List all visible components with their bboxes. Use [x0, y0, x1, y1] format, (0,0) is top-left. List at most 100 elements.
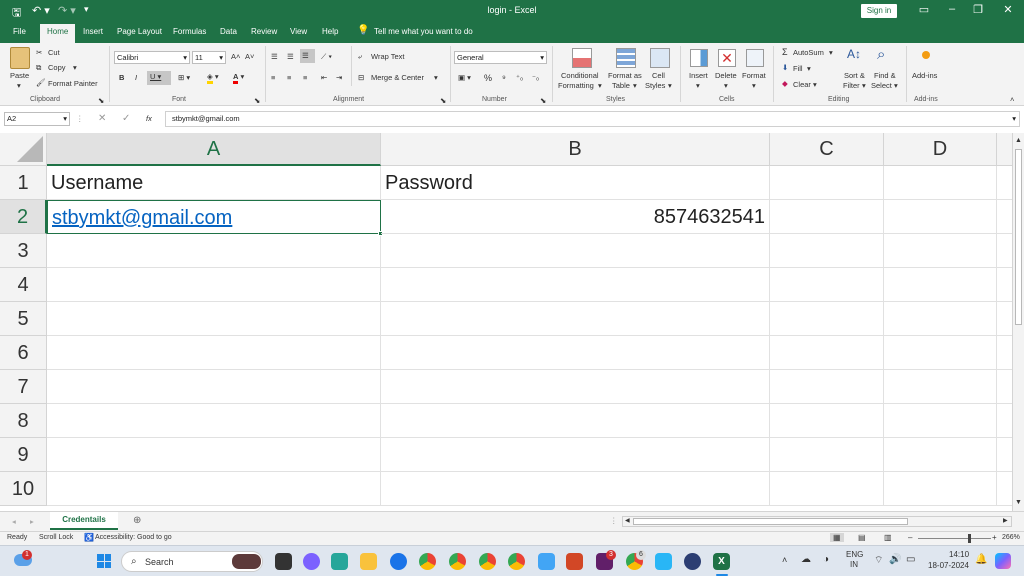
eclipse-icon[interactable]	[684, 553, 701, 570]
wrap-text-button[interactable]: Wrap Text	[371, 52, 405, 61]
language-in[interactable]: IN	[850, 560, 858, 569]
clear-button[interactable]: Clear	[793, 80, 811, 89]
notifications-bell-icon[interactable]: 🔔	[975, 554, 987, 565]
snipping-tool-icon[interactable]	[331, 553, 348, 570]
row-header-10[interactable]: 10	[0, 472, 47, 506]
align-middle-icon[interactable]: ☰	[287, 52, 294, 61]
orientation-icon[interactable]: ⟋ ▾	[321, 52, 332, 62]
zoom-out-icon[interactable]: –	[908, 533, 912, 542]
battery-icon[interactable]: ▭	[906, 554, 915, 565]
clear-dropdown-icon[interactable]: ▾	[813, 80, 817, 89]
grid-cell[interactable]	[884, 438, 997, 472]
cell-b1[interactable]: Password	[381, 166, 770, 200]
next-sheet-icon[interactable]: ▸	[30, 517, 34, 526]
cut-button[interactable]: Cut	[48, 48, 60, 57]
grid-cell[interactable]	[884, 336, 997, 370]
split-handle-icon[interactable]: ⋮	[610, 516, 618, 525]
align-center-icon[interactable]: ≡	[287, 73, 291, 82]
maximize-icon[interactable]: ❐	[968, 3, 988, 16]
taskbar-search-box[interactable]: ⌕ Search	[121, 551, 263, 572]
add-ins-icon[interactable]	[922, 51, 930, 59]
grid-cell[interactable]	[884, 404, 997, 438]
currency-icon[interactable]: ▣ ▾	[458, 73, 471, 82]
cell-styles-icon[interactable]	[650, 48, 670, 68]
column-header-e[interactable]	[997, 133, 1012, 166]
conditional-formatting-dropdown-icon[interactable]: ▾	[598, 81, 602, 90]
align-top-icon[interactable]: ☰	[271, 52, 278, 61]
delete-cells-button[interactable]: Delete	[715, 71, 737, 80]
copy-icon[interactable]: ⧉	[36, 63, 41, 73]
grid-cell[interactable]	[381, 268, 770, 302]
italic-icon[interactable]: I	[135, 73, 137, 82]
grid-cell[interactable]	[884, 200, 997, 234]
merge-center-button[interactable]: Merge & Center	[371, 73, 424, 82]
grid-cell[interactable]	[884, 472, 997, 506]
copy-dropdown-icon[interactable]: ▾	[73, 63, 77, 72]
scroll-right-icon[interactable]: ▶	[1003, 517, 1008, 524]
app-icon-blue[interactable]	[655, 553, 672, 570]
horizontal-scroll-thumb[interactable]	[633, 518, 908, 525]
row-header-2[interactable]: 2	[0, 200, 47, 234]
row-header-3[interactable]: 3	[0, 234, 47, 268]
formula-input[interactable]: stbymkt@gmail.com ▾	[165, 111, 1020, 127]
page-break-view-icon[interactable]: ▥	[884, 533, 892, 542]
row-header-1[interactable]: 1	[0, 166, 47, 200]
sort-filter-label-2[interactable]: Filter	[843, 81, 860, 90]
vertical-scrollbar[interactable]: ▲ ▼	[1012, 133, 1024, 511]
grid-cell[interactable]	[381, 370, 770, 404]
normal-view-icon[interactable]: ▦	[830, 533, 844, 542]
comma-style-icon[interactable]: ⁹	[502, 73, 506, 83]
zoom-slider[interactable]	[918, 534, 991, 543]
fill-dropdown-icon[interactable]: ▾	[807, 64, 811, 73]
percent-icon[interactable]: %	[484, 73, 492, 83]
scroll-left-icon[interactable]: ◀	[625, 517, 630, 524]
grid-cell[interactable]	[47, 268, 381, 302]
font-name-dropdown[interactable]: Calibri ▾	[114, 51, 190, 64]
grid-cell[interactable]	[997, 438, 1012, 472]
grid-cell[interactable]	[884, 370, 997, 404]
file-explorer-icon[interactable]	[360, 553, 377, 570]
sort-filter-icon[interactable]: A↕	[847, 47, 861, 61]
add-ins-button[interactable]: Add-ins	[912, 71, 937, 80]
tell-me-search[interactable]: Tell me what you want to do	[374, 27, 473, 36]
ribbon-display-icon[interactable]: ▭	[914, 3, 934, 16]
copy-button[interactable]: Copy	[48, 63, 66, 72]
grid-cell[interactable]	[47, 404, 381, 438]
fill-color-icon[interactable]: ◈ ▾	[207, 72, 219, 84]
grid-cell[interactable]	[47, 336, 381, 370]
underline-icon[interactable]: U ▾	[147, 71, 171, 85]
start-icon[interactable]	[97, 554, 111, 568]
row-header-5[interactable]: 5	[0, 302, 47, 336]
tab-data[interactable]: Data	[220, 27, 237, 36]
delete-dropdown-icon[interactable]: ▾	[724, 81, 728, 90]
onedrive-icon[interactable]: ☁	[801, 554, 811, 565]
excel-icon[interactable]: X	[713, 553, 730, 570]
tab-formulas[interactable]: Formulas	[173, 27, 206, 36]
grid-cell[interactable]	[381, 472, 770, 506]
insert-cells-button[interactable]: Insert	[689, 71, 708, 80]
wifi-icon[interactable]: ⌔	[874, 554, 883, 567]
delete-cells-icon[interactable]: ✕	[718, 49, 736, 67]
grid-cell[interactable]	[884, 302, 997, 336]
grid-cell[interactable]	[770, 370, 884, 404]
prev-sheet-icon[interactable]: ◂	[12, 517, 16, 526]
grid-cell[interactable]	[770, 438, 884, 472]
row-header-7[interactable]: 7	[0, 370, 47, 404]
format-dropdown-icon[interactable]: ▾	[752, 81, 756, 90]
enter-icon[interactable]: ✓	[122, 113, 130, 124]
format-as-table-dropdown-icon[interactable]: ▾	[633, 81, 637, 90]
paste-icon[interactable]	[10, 47, 30, 69]
tab-help[interactable]: Help	[322, 27, 338, 36]
sort-filter-label-1[interactable]: Sort &	[844, 71, 865, 80]
copilot-icon[interactable]	[995, 553, 1011, 569]
calculator-icon[interactable]	[538, 553, 555, 570]
decrease-decimal-icon[interactable]: ⁻₀	[532, 73, 539, 82]
sign-in-button[interactable]: Sign in	[861, 4, 897, 18]
grid-cell[interactable]	[47, 234, 381, 268]
tray-app-icon[interactable]: ◑	[823, 554, 829, 565]
select-all-corner[interactable]	[0, 133, 47, 166]
tab-file[interactable]: File	[13, 27, 26, 36]
grid-cell[interactable]	[770, 404, 884, 438]
row-header-6[interactable]: 6	[0, 336, 47, 370]
clear-icon[interactable]: ◆	[782, 79, 788, 88]
